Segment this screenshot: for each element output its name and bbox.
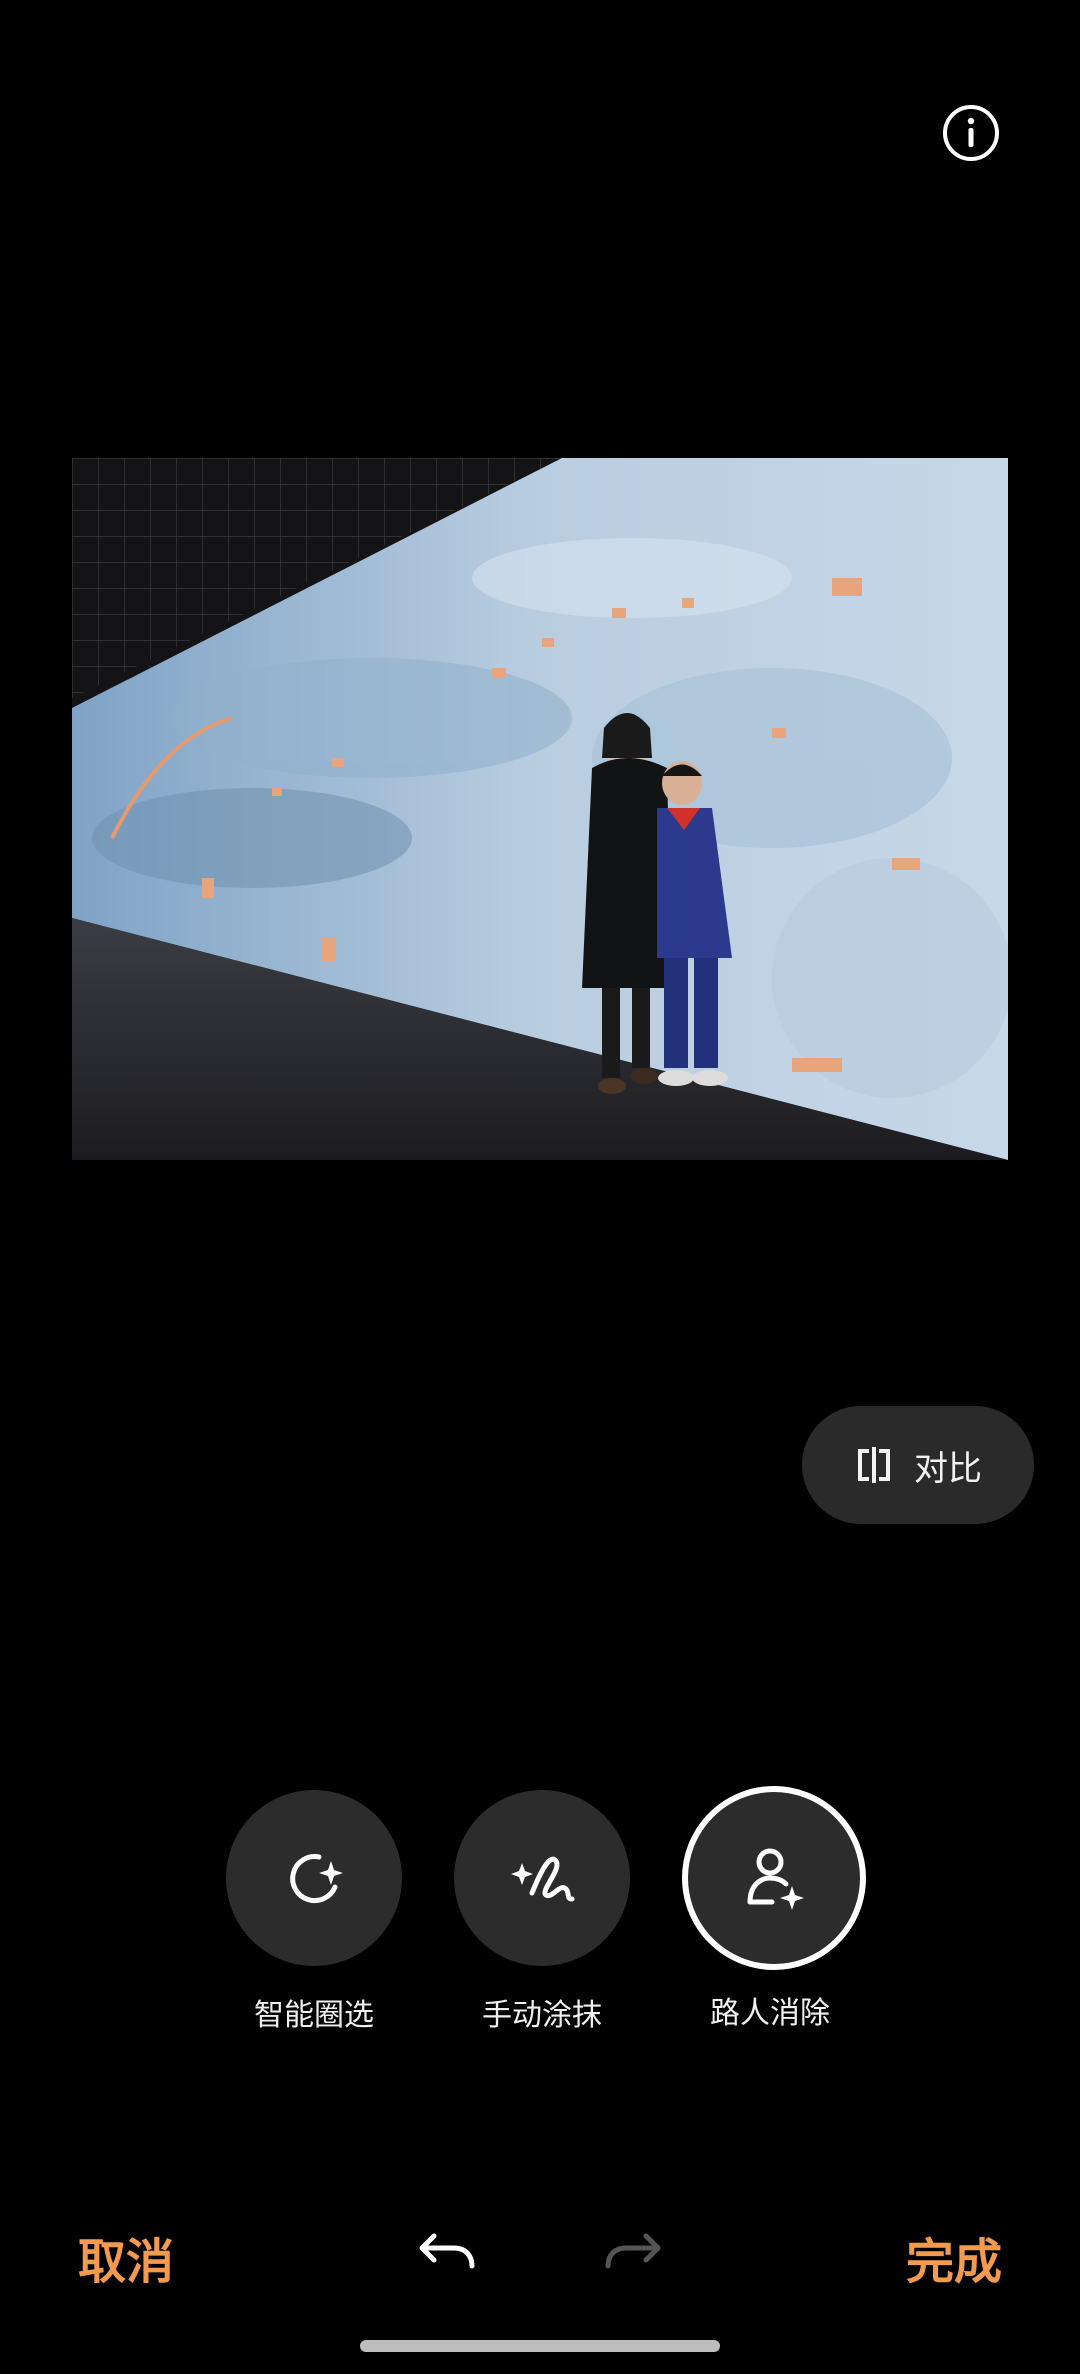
- tool-manual-brush[interactable]: 手动涂抹: [454, 1790, 630, 2034]
- tool-manual-brush-circle[interactable]: [454, 1790, 630, 1966]
- edited-photo[interactable]: [72, 458, 1008, 1160]
- redo-icon: [605, 2233, 661, 2269]
- compare-label: 对比: [914, 1448, 982, 1489]
- tool-smart-select-label: 智能圈选: [254, 1998, 374, 2033]
- done-button[interactable]: 完成: [906, 2222, 1002, 2292]
- info-circle-icon: [943, 105, 999, 161]
- info-button[interactable]: [940, 102, 1002, 164]
- undo-button[interactable]: [410, 2226, 480, 2276]
- photo-image: [72, 458, 1008, 1160]
- tool-passerby-removal-label: 路人消除: [710, 1996, 830, 2031]
- tool-manual-brush-label: 手动涂抹: [482, 1998, 602, 2033]
- tool-smart-select-circle[interactable]: [226, 1790, 402, 1966]
- lasso-sparkle-icon: [290, 1854, 343, 1904]
- compare-button[interactable]: 对比: [802, 1406, 1034, 1524]
- tool-smart-select[interactable]: 智能圈选: [226, 1790, 402, 2034]
- person-sparkle-icon: [747, 1848, 804, 1910]
- tool-passerby-removal-circle[interactable]: [682, 1786, 866, 1970]
- tool-passerby-removal[interactable]: 路人消除: [682, 1786, 866, 2032]
- brush-sparkle-icon: [511, 1856, 575, 1902]
- home-indicator[interactable]: [360, 2340, 720, 2352]
- redo-button[interactable]: [600, 2226, 670, 2276]
- undo-icon: [419, 2233, 475, 2269]
- cancel-button[interactable]: 取消: [78, 2222, 174, 2292]
- compare-split-icon: [858, 1447, 890, 1483]
